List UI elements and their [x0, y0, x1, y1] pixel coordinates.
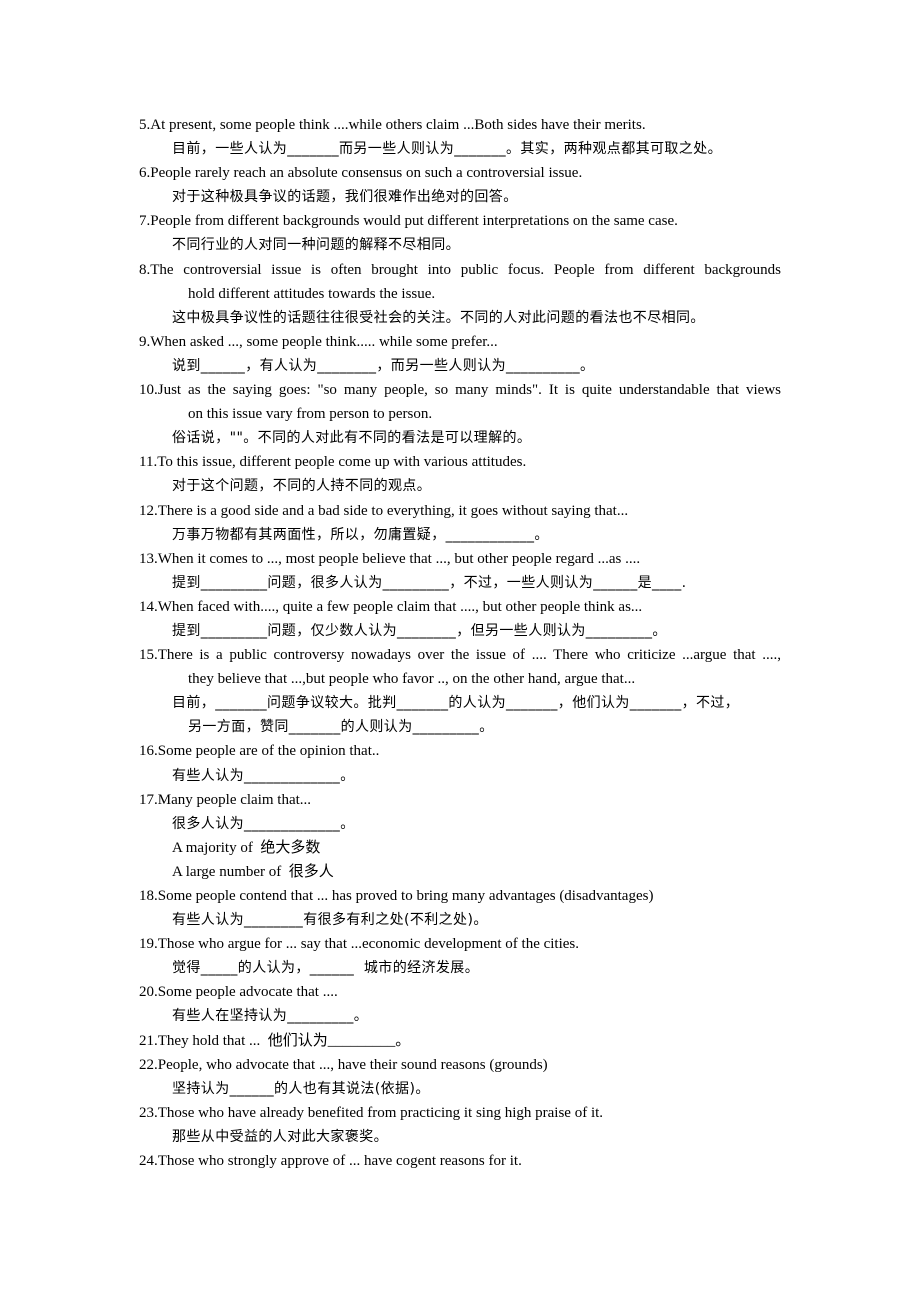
english-sentence-justified: 10.Just as the saying goes: "so many peo… — [139, 378, 781, 402]
english-sentence: Many people claim that... — [157, 791, 312, 808]
entry-number: 10. — [139, 382, 158, 399]
entry-15-chinese-continued: 另一方面，赞同_______的人则认为_________。 — [188, 719, 494, 736]
entry-14-chinese: 提到_________问题，仅少数人认为________，但另一些人则认为___… — [172, 622, 667, 639]
entry-12-english: 12.There is a good side and a bad side t… — [0, 499, 920, 523]
entry-8-chinese: 这中极具争议性的话题往往很受社会的关注。不同的人对此问题的看法也不尽相同。 — [172, 309, 705, 326]
entry-number: 20. — [139, 984, 158, 1001]
entry-number: 9. — [139, 333, 151, 350]
english-sentence: Just as the saying goes: "so many people… — [157, 382, 781, 399]
entry-16-chinese: 有些人认为_____________。 — [172, 767, 355, 784]
entry-10-chinese: 俗话说，""。不同的人对此有不同的看法是可以理解的。 — [172, 430, 532, 447]
english-sentence-justified: 8.The controversial issue is often broug… — [139, 258, 781, 282]
entry-6-english: 6.People rarely reach an absolute consen… — [0, 161, 920, 185]
entry-19-chinese: 觉得_____的人认为，______ 城市的经济发展。 — [172, 960, 480, 977]
entry-number: 15. — [139, 647, 158, 664]
document-page: 5.At present, some people think ....whil… — [0, 113, 920, 1173]
entry-number: 23. — [139, 1104, 158, 1121]
english-sentence: There is a good side and a bad side to e… — [157, 502, 629, 519]
entry-number: 6. — [139, 165, 151, 182]
english-sentence: People, who advocate that ..., have thei… — [157, 1056, 548, 1073]
english-sentence: Those who have already benefited from pr… — [157, 1104, 604, 1121]
entry-number: 14. — [139, 598, 158, 615]
entry-number: 13. — [139, 550, 158, 567]
entry-number: 22. — [139, 1056, 158, 1073]
entry-20-english: 20.Some people advocate that .... — [0, 980, 920, 1004]
entry-number: 17. — [139, 791, 158, 808]
entry-number: 21. — [139, 1032, 158, 1049]
entry-number: 24. — [139, 1153, 158, 1170]
english-sentence: They hold that ... 他们认为_________。 — [157, 1032, 411, 1049]
entry-15-english-continued: they believe that ...,but people who fav… — [188, 671, 636, 688]
entry-17-extra-phrase: A majority of 绝大多数 — [172, 839, 321, 856]
entry-10-english: 10.Just as the saying goes: "so many peo… — [0, 378, 920, 402]
english-sentence: At present, some people think ....while … — [150, 117, 646, 133]
entry-9-chinese: 说到______，有人认为________，而另一些人则认为__________… — [172, 357, 595, 374]
entry-20-chinese: 有些人在坚持认为_________。 — [172, 1008, 369, 1025]
english-sentence: Some people advocate that .... — [157, 984, 338, 1001]
entry-number: 18. — [139, 888, 158, 904]
entry-17-english: 17.Many people claim that... — [0, 788, 920, 812]
entry-11-chinese: 对于这个问题，不同的人持不同的观点。 — [172, 478, 432, 495]
entry-11-english: 11.To this issue, different people come … — [0, 450, 920, 474]
entry-10-english-continued: on this issue vary from person to person… — [188, 406, 433, 423]
entry-23-chinese: 那些从中受益的人对此大家褒奖。 — [172, 1128, 388, 1145]
english-sentence: People rarely reach an absolute consensu… — [150, 165, 583, 182]
entry-6-chinese: 对于这种极具争议的话题，我们很难作出绝对的回答。 — [172, 189, 518, 206]
entry-15-english: 15.There is a public controversy nowaday… — [0, 643, 920, 667]
entry-number: 19. — [139, 936, 158, 953]
entry-number: 12. — [139, 502, 158, 519]
english-sentence: Those who strongly approve of ... have c… — [157, 1153, 522, 1170]
entry-23-english: 23.Those who have already benefited from… — [0, 1101, 920, 1125]
english-sentence: When it comes to ..., most people believ… — [157, 550, 641, 567]
english-sentence: Some people contend that ... has proved … — [157, 888, 654, 904]
entry-number: 7. — [139, 213, 151, 230]
entry-number: 16. — [139, 743, 158, 760]
english-sentence: People from different backgrounds would … — [150, 213, 678, 230]
entry-13-chinese: 提到_________问题，很多人认为_________，不过，一些人则认为__… — [172, 574, 687, 591]
entry-12-chinese: 万事万物都有其两面性，所以，勿庸置疑，____________。 — [172, 526, 549, 543]
entry-17-extra-phrase: A large number of 很多人 — [172, 863, 334, 880]
entry-9-english: 9.When asked ..., some people think.....… — [0, 330, 920, 354]
english-sentence: The controversial issue is often brought… — [150, 261, 781, 278]
entry-15-chinese: 目前，_______问题争议较大。批判_______的人认为_______，他们… — [172, 695, 740, 712]
entry-22-english: 22.People, who advocate that ..., have t… — [0, 1053, 920, 1077]
entry-8-english-continued: hold different attitudes towards the iss… — [188, 285, 436, 302]
entry-18-chinese: 有些人认为________有很多有利之处(不利之处)。 — [172, 912, 488, 929]
entry-19-english: 19.Those who argue for ... say that ...e… — [0, 932, 920, 956]
entry-17-chinese: 很多人认为_____________。 — [172, 815, 355, 832]
entry-24-english: 24.Those who strongly approve of ... hav… — [0, 1149, 920, 1173]
entry-7-chinese: 不同行业的人对同一种问题的解释不尽相同。 — [172, 237, 460, 254]
english-sentence: When asked ..., some people think..... w… — [150, 333, 498, 350]
entry-7-english: 7.People from different backgrounds woul… — [0, 209, 920, 233]
english-sentence: Those who argue for ... say that ...econ… — [157, 936, 580, 953]
entry-16-english: 16.Some people are of the opinion that.. — [0, 739, 920, 763]
entry-number: 5. — [139, 117, 151, 133]
entry-5-english: 5.At present, some people think ....whil… — [0, 113, 920, 137]
entry-5-chinese: 目前，一些人认为_______而另一些人则认为_______。其实，两种观点都其… — [172, 141, 722, 158]
entry-number: 11. — [139, 454, 158, 471]
entry-8-english: 8.The controversial issue is often broug… — [0, 258, 920, 282]
entry-18-english: 18.Some people contend that ... has prov… — [0, 884, 920, 908]
english-sentence-justified: 15.There is a public controversy nowaday… — [139, 643, 781, 667]
entry-22-chinese: 坚持认为______的人也有其说法(依据)。 — [172, 1080, 430, 1097]
english-sentence: Some people are of the opinion that.. — [157, 743, 380, 760]
english-sentence: When faced with...., quite a few people … — [157, 598, 643, 615]
entry-21-english: 21.They hold that ... 他们认为_________。 — [0, 1029, 920, 1053]
entry-number: 8. — [139, 261, 151, 278]
entry-13-english: 13.When it comes to ..., most people bel… — [0, 547, 920, 571]
entry-14-english: 14.When faced with...., quite a few peop… — [0, 595, 920, 619]
english-sentence: There is a public controversy nowadays o… — [157, 647, 781, 664]
english-sentence: To this issue, different people come up … — [157, 454, 527, 471]
